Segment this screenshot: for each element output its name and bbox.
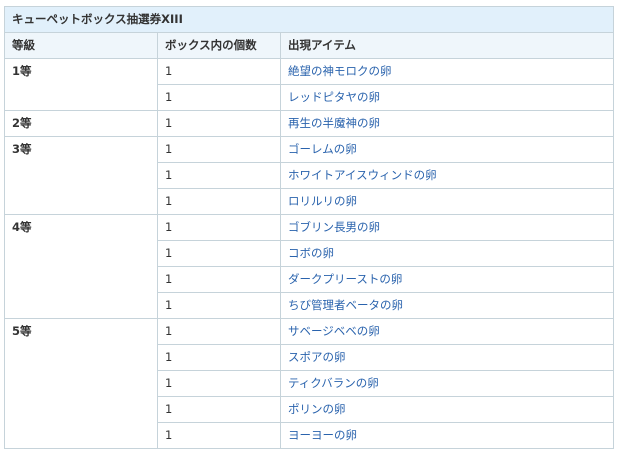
item-link[interactable]: ちび管理者ベータの卵 — [288, 298, 403, 312]
header-row: 等級 ボックス内の個数 出現アイテム — [4, 32, 614, 59]
grade-cell: 2等 — [4, 110, 158, 137]
count-cell: 1 — [157, 240, 281, 267]
item-cell: サベージベベの卵 — [280, 318, 614, 345]
item-cell: ポリンの卵 — [280, 396, 614, 423]
lottery-table-container: キューペットボックス抽選券XIII 等級 ボックス内の個数 出現アイテム 1等 1… — [4, 6, 614, 449]
item-cell: 再生の半魔神の卵 — [280, 110, 614, 137]
table-row: 3等 1 ゴーレムの卵 — [4, 136, 614, 215]
item-cell: ホワイトアイスウィンドの卵 — [280, 162, 614, 189]
item-link[interactable]: レッドピタヤの卵 — [288, 90, 380, 104]
count-cell: 1 — [157, 188, 281, 215]
item-cell: ヨーヨーの卵 — [280, 422, 614, 449]
table-row: 5等 1 サベージベベの卵 — [4, 318, 614, 449]
item-link[interactable]: コボの卵 — [288, 246, 334, 260]
item-cell: スポアの卵 — [280, 344, 614, 371]
item-cell: ゴーレムの卵 — [280, 136, 614, 163]
header-count: ボックス内の個数 — [157, 32, 281, 59]
item-link[interactable]: ヨーヨーの卵 — [288, 428, 357, 442]
item-link[interactable]: ホワイトアイスウィンドの卵 — [288, 168, 437, 182]
table-title: キューペットボックス抽選券XIII — [4, 6, 614, 33]
item-link[interactable]: ポリンの卵 — [288, 402, 346, 416]
count-cell: 1 — [157, 370, 281, 397]
item-cell: ゴブリン長男の卵 — [280, 214, 614, 241]
count-cell: 1 — [157, 266, 281, 293]
item-cell: ロリルリの卵 — [280, 188, 614, 215]
count-cell: 1 — [157, 136, 281, 163]
count-cell: 1 — [157, 344, 281, 371]
table-row: 1等 1 絶望の神モロクの卵 — [4, 58, 614, 111]
count-cell: 1 — [157, 422, 281, 449]
item-link[interactable]: ゴーレムの卵 — [288, 142, 357, 156]
count-cell: 1 — [157, 396, 281, 423]
table-row: 2等 1 再生の半魔神の卵 — [4, 110, 614, 137]
item-link[interactable]: ティクバランの卵 — [288, 376, 379, 390]
table-row: 4等 1 ゴブリン長男の卵 — [4, 214, 614, 319]
item-link[interactable]: ゴブリン長男の卵 — [288, 220, 380, 234]
item-cell: 絶望の神モロクの卵 — [280, 58, 614, 85]
count-cell: 1 — [157, 110, 281, 137]
count-cell: 1 — [157, 58, 281, 85]
item-cell: コボの卵 — [280, 240, 614, 267]
count-cell: 1 — [157, 318, 281, 345]
item-cell: ティクバランの卵 — [280, 370, 614, 397]
item-cell: ちび管理者ベータの卵 — [280, 292, 614, 319]
count-cell: 1 — [157, 214, 281, 241]
item-link[interactable]: 絶望の神モロクの卵 — [288, 64, 392, 78]
header-grade: 等級 — [4, 32, 158, 59]
count-cell: 1 — [157, 162, 281, 189]
item-link[interactable]: 再生の半魔神の卵 — [288, 116, 380, 130]
lottery-prize-table: キューペットボックス抽選券XIII 等級 ボックス内の個数 出現アイテム 1等 1… — [4, 6, 614, 449]
item-link[interactable]: サベージベベの卵 — [288, 324, 380, 338]
grade-cell: 1等 — [4, 58, 158, 111]
grade-cell: 4等 — [4, 214, 158, 319]
item-cell: ダークプリーストの卵 — [280, 266, 614, 293]
grade-cell: 3等 — [4, 136, 158, 215]
count-cell: 1 — [157, 84, 281, 111]
item-cell: レッドピタヤの卵 — [280, 84, 614, 111]
item-link[interactable]: スポアの卵 — [288, 350, 346, 364]
item-link[interactable]: ダークプリーストの卵 — [288, 272, 402, 286]
item-link[interactable]: ロリルリの卵 — [288, 194, 357, 208]
grade-cell: 5等 — [4, 318, 158, 449]
count-cell: 1 — [157, 292, 281, 319]
table-body: 1等 1 絶望の神モロクの卵 1 レッドピタヤの卵 2等 1 再生の半魔神の卵 3等 1 ゴーレムの… — [4, 58, 614, 449]
header-item: 出現アイテム — [280, 32, 614, 59]
